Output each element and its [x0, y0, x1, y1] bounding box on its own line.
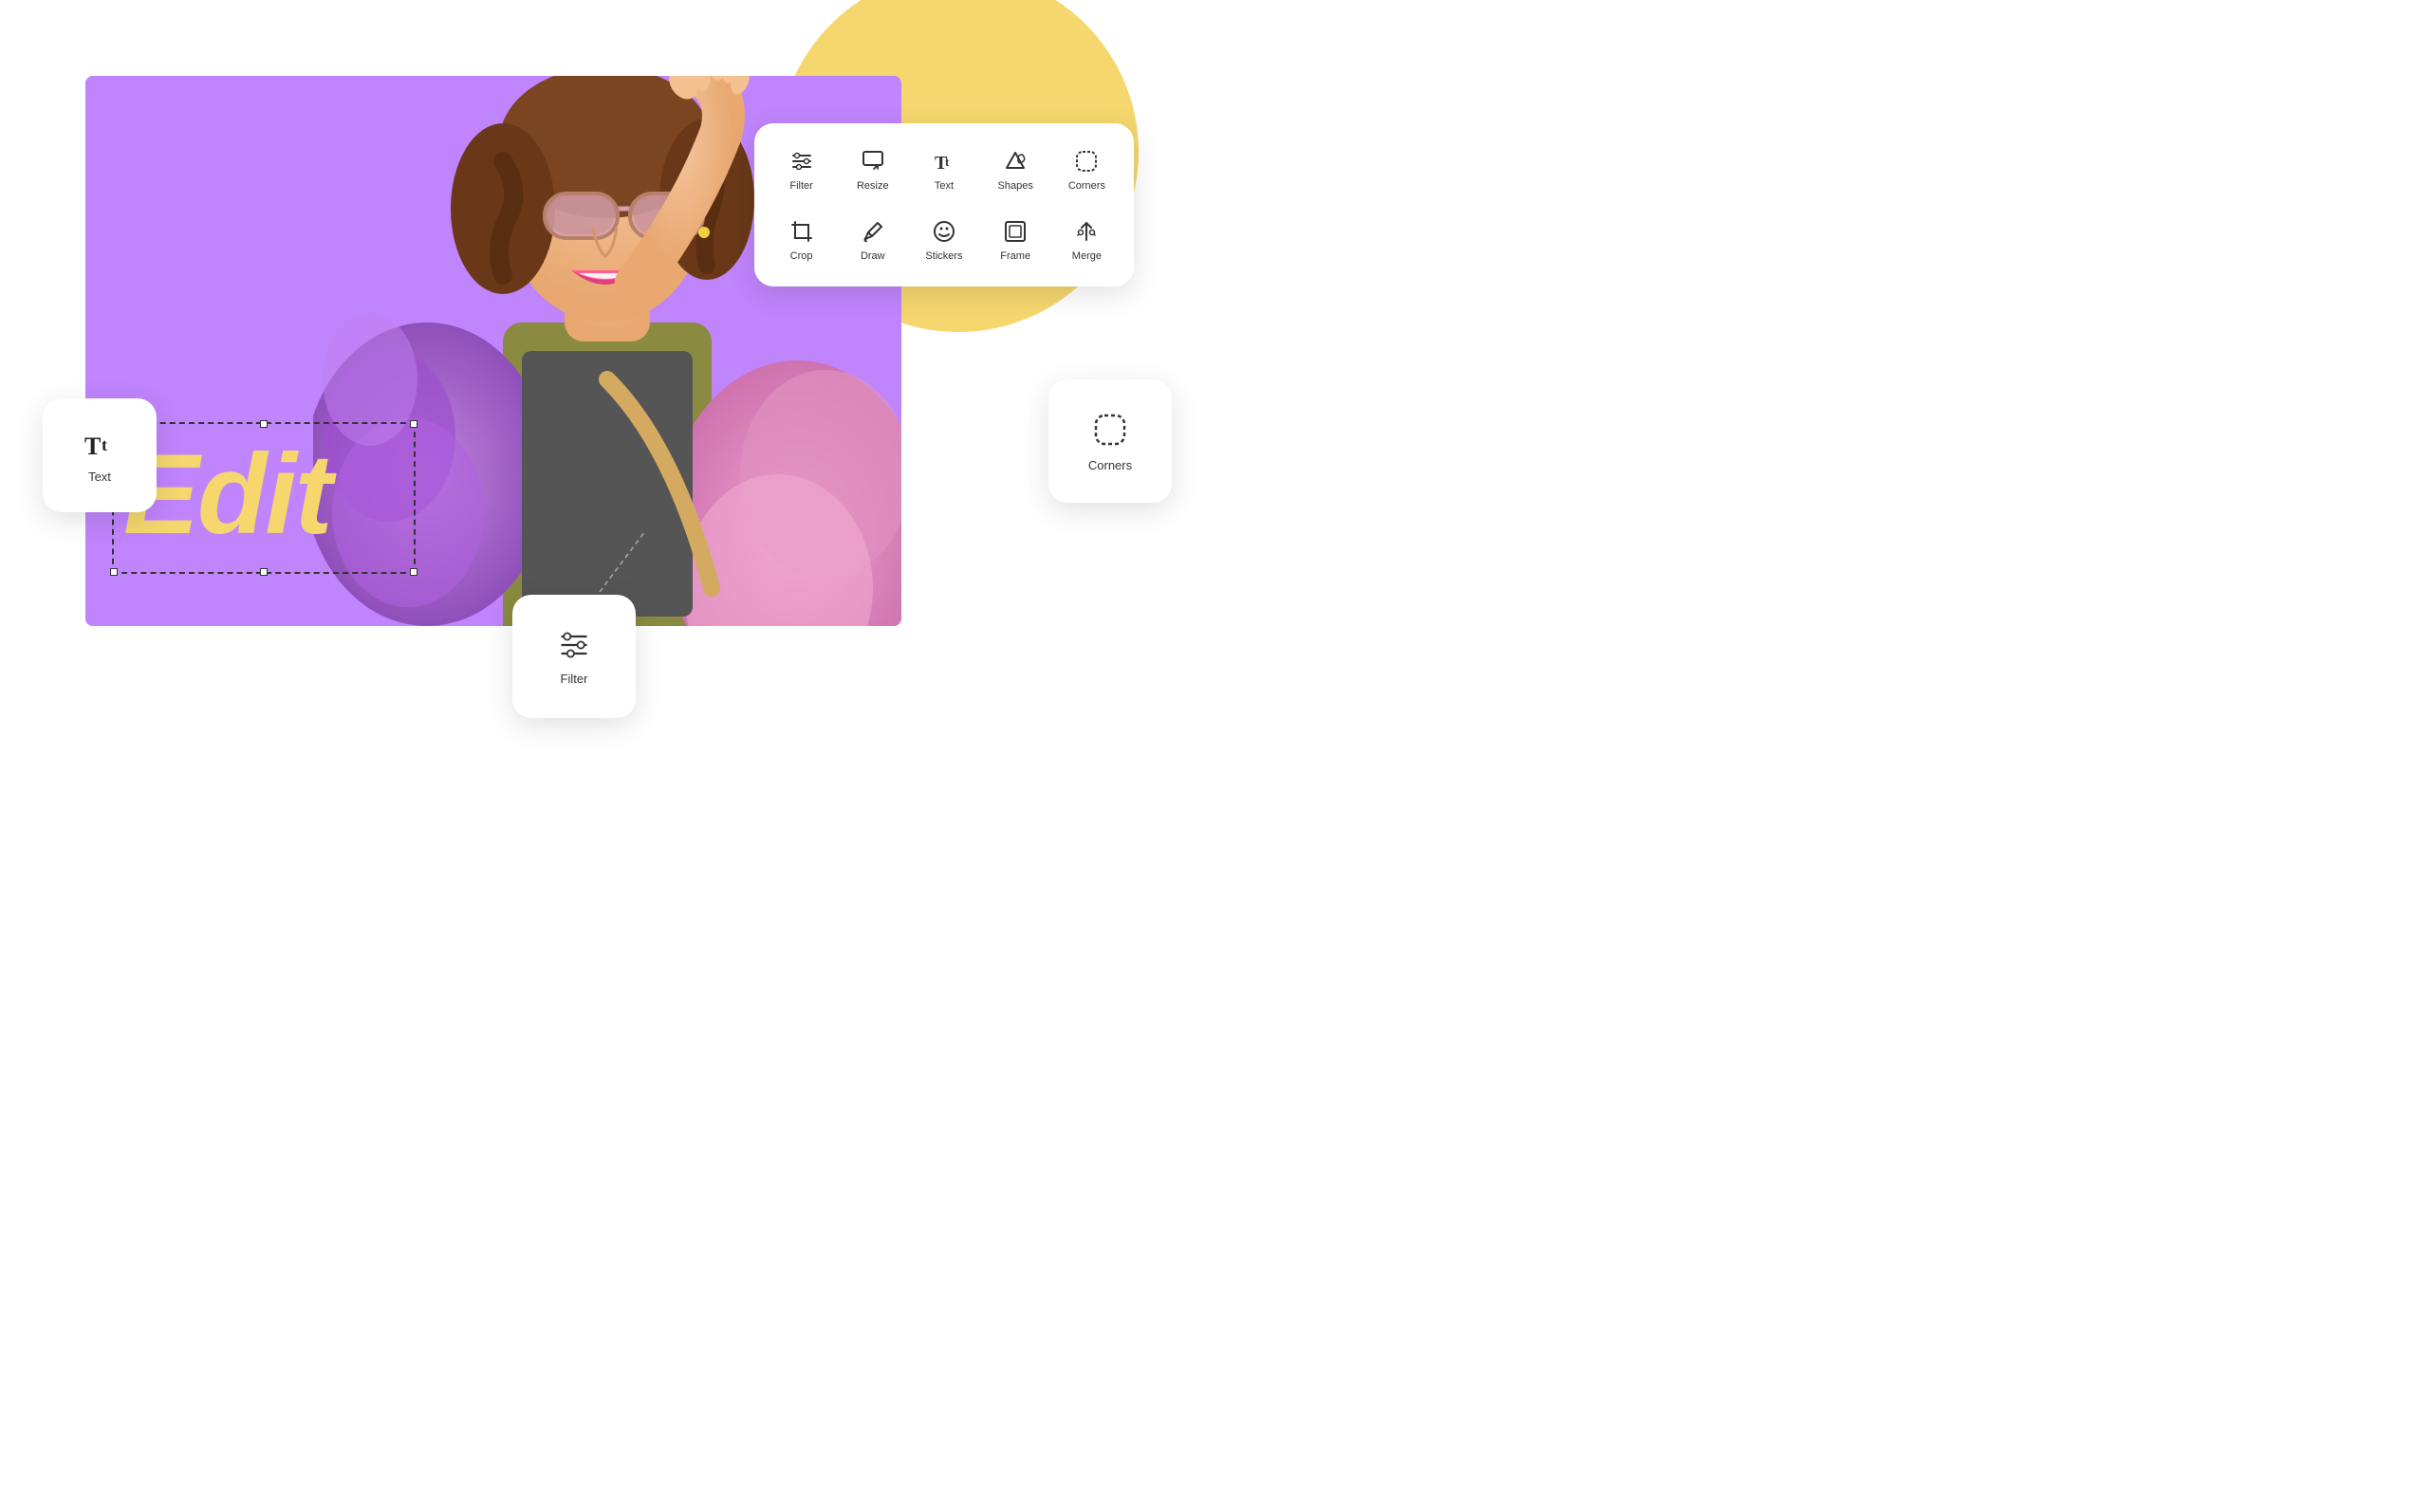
toolbar-item-draw[interactable]: Draw — [841, 209, 904, 271]
crop-icon — [788, 218, 815, 245]
toolbar-draw-label: Draw — [861, 250, 885, 262]
floating-corners-card[interactable]: Corners — [1048, 379, 1172, 503]
frame-icon — [1002, 218, 1029, 245]
floating-text-label: Text — [88, 470, 111, 484]
toolbar-frame-label: Frame — [1000, 250, 1030, 262]
shapes-icon — [1002, 148, 1029, 175]
floating-filter-icon — [557, 628, 591, 662]
corners-icon — [1073, 148, 1100, 175]
floating-corners-icon — [1091, 411, 1129, 449]
toolbar-text-label: Text — [935, 180, 954, 192]
toolbar-item-text[interactable]: T t Text — [912, 138, 975, 201]
toolbar-item-crop[interactable]: Crop — [769, 209, 833, 271]
toolbar-filter-label: Filter — [789, 180, 812, 192]
floating-text-icon: T t — [83, 428, 117, 462]
floating-filter-label: Filter — [561, 672, 588, 686]
toolbar-item-stickers[interactable]: Stickers — [912, 209, 975, 271]
merge-icon — [1073, 218, 1100, 245]
filter-icon — [788, 148, 815, 175]
stickers-icon — [931, 218, 957, 245]
floating-text-card[interactable]: T t Text — [43, 398, 157, 512]
svg-text:t: t — [102, 435, 107, 454]
toolbar-shapes-label: Shapes — [998, 180, 1033, 192]
svg-text:t: t — [945, 155, 950, 169]
toolbar-item-frame[interactable]: Frame — [984, 209, 1048, 271]
toolbar-stickers-label: Stickers — [925, 250, 962, 262]
toolbar-panel: Filter Resize T t Text — [754, 123, 1134, 286]
floating-corners-label: Corners — [1088, 458, 1132, 472]
toolbar-item-resize[interactable]: Resize — [841, 138, 904, 201]
toolbar-resize-label: Resize — [857, 180, 889, 192]
toolbar-item-corners[interactable]: Corners — [1055, 138, 1119, 201]
toolbar-corners-label: Corners — [1068, 180, 1105, 192]
toolbar-item-filter[interactable]: Filter — [769, 138, 833, 201]
resize-icon — [860, 148, 886, 175]
draw-icon — [860, 218, 886, 245]
text-icon: T t — [931, 148, 957, 175]
toolbar-crop-label: Crop — [790, 250, 813, 262]
toolbar-item-merge[interactable]: Merge — [1055, 209, 1119, 271]
toolbar-merge-label: Merge — [1072, 250, 1102, 262]
main-scene: Edit — [0, 0, 1214, 756]
toolbar-item-shapes[interactable]: Shapes — [984, 138, 1048, 201]
svg-text:T: T — [84, 433, 101, 460]
floating-filter-card[interactable]: Filter — [512, 595, 636, 718]
